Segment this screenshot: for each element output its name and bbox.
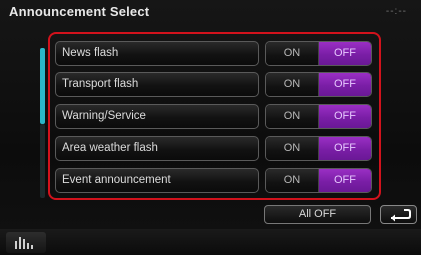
on-button[interactable]: ON [266, 105, 319, 128]
off-button[interactable]: OFF [319, 105, 371, 128]
row-label[interactable]: Event announcement [55, 168, 259, 193]
row-warning-service: Warning/Service ON OFF [55, 104, 372, 129]
row-area-weather-flash: Area weather flash ON OFF [55, 136, 372, 161]
on-off-toggle: ON OFF [265, 136, 372, 161]
row-transport-flash: Transport flash ON OFF [55, 72, 372, 97]
equalizer-icon [15, 237, 33, 249]
on-button[interactable]: ON [266, 42, 319, 65]
on-button[interactable]: ON [266, 73, 319, 96]
return-arrow-icon [391, 209, 411, 222]
off-button[interactable]: OFF [319, 73, 371, 96]
on-button[interactable]: ON [266, 137, 319, 160]
back-button[interactable] [380, 205, 417, 224]
equalizer-button[interactable] [6, 232, 46, 253]
row-label[interactable]: News flash [55, 41, 259, 66]
off-button[interactable]: OFF [319, 137, 371, 160]
row-label[interactable]: Transport flash [55, 72, 259, 97]
off-button[interactable]: OFF [319, 169, 371, 192]
all-off-button[interactable]: All OFF [264, 205, 371, 224]
bottom-bar [0, 229, 421, 255]
on-button[interactable]: ON [266, 169, 319, 192]
on-off-toggle: ON OFF [265, 104, 372, 129]
scrollbar-thumb[interactable] [40, 48, 45, 124]
off-button[interactable]: OFF [319, 42, 371, 65]
on-off-toggle: ON OFF [265, 168, 372, 193]
row-event-announcement: Event announcement ON OFF [55, 168, 372, 193]
on-off-toggle: ON OFF [265, 72, 372, 97]
on-off-toggle: ON OFF [265, 41, 372, 66]
page-title: Announcement Select [9, 4, 150, 19]
row-label[interactable]: Area weather flash [55, 136, 259, 161]
clock: --:-- [385, 6, 407, 17]
row-news-flash: News flash ON OFF [55, 41, 372, 66]
announcement-select-screen: Announcement Select --:-- News flash ON … [0, 0, 421, 255]
row-label[interactable]: Warning/Service [55, 104, 259, 129]
scrollbar-track[interactable] [40, 124, 45, 198]
